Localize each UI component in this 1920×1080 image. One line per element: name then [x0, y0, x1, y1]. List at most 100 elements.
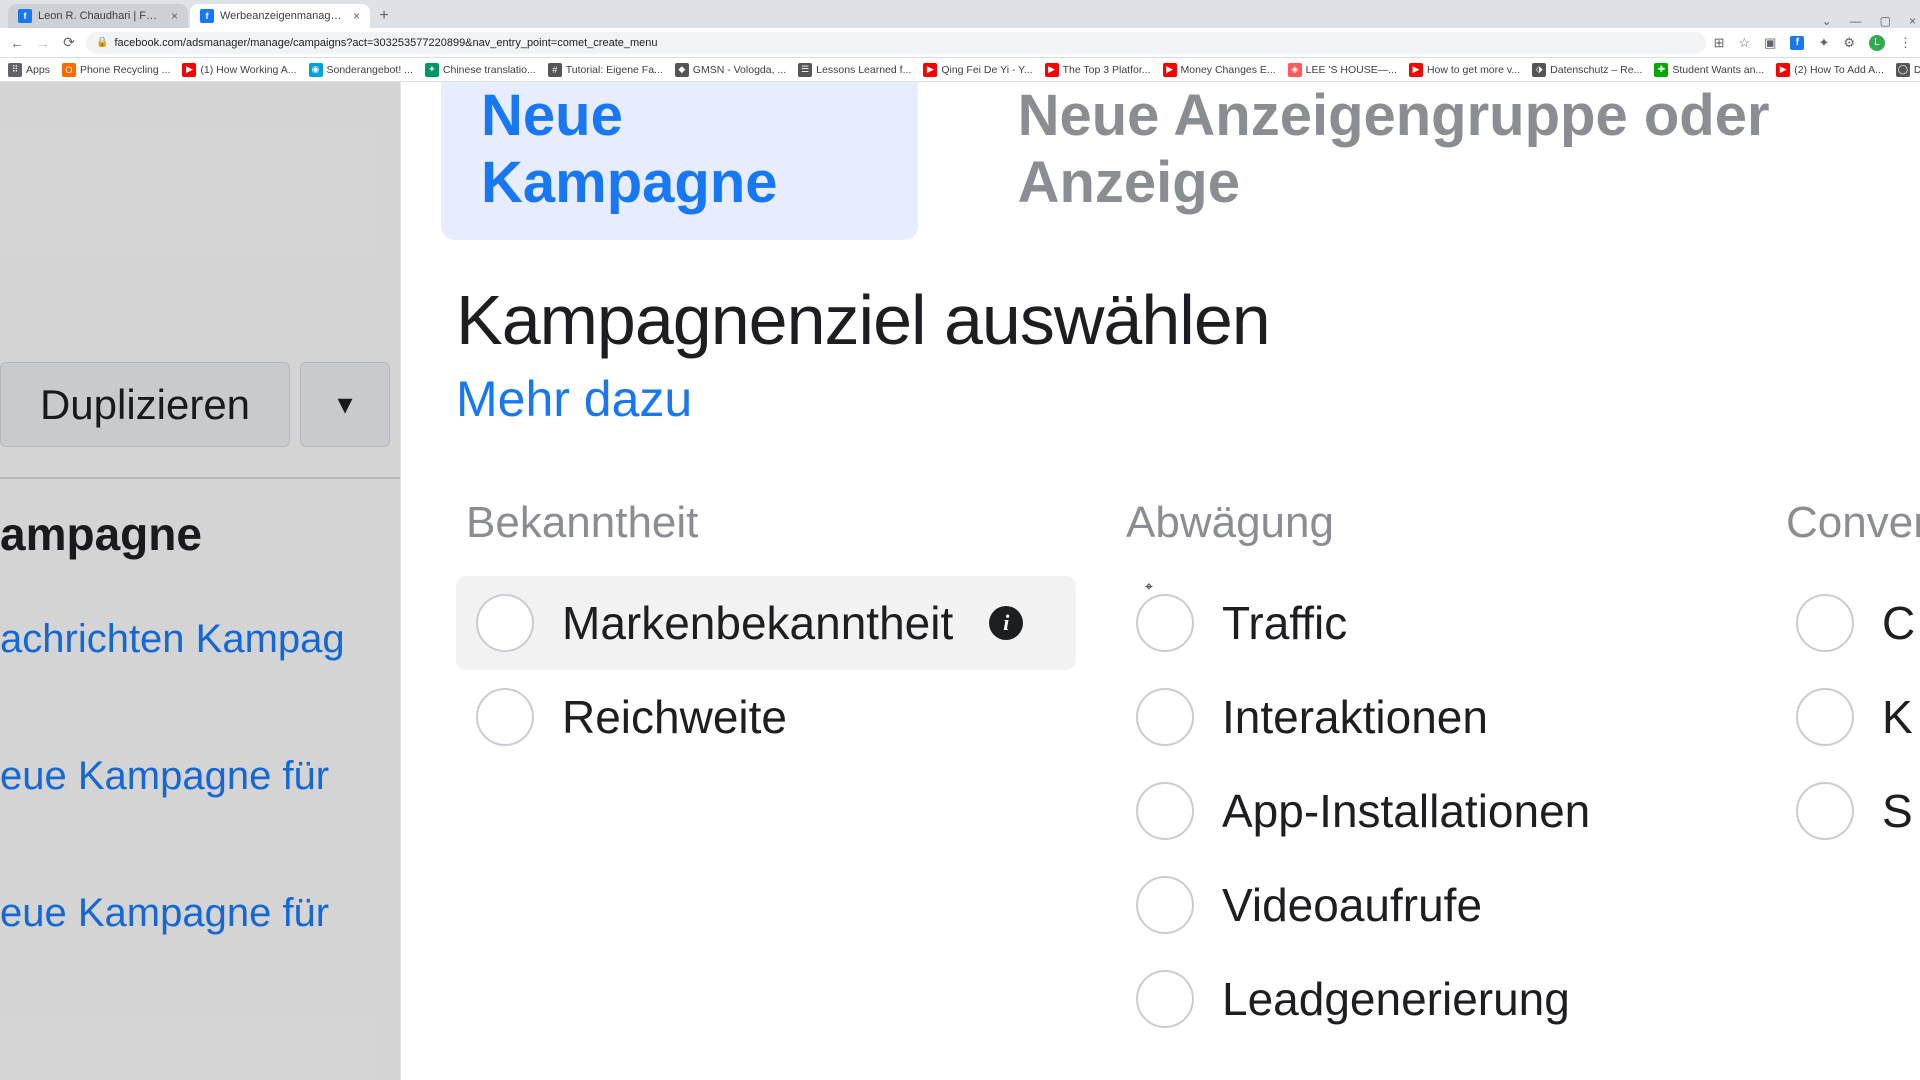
objective-label: C [1882, 596, 1915, 650]
url-text: facebook.com/adsmanager/manage/campaigns… [114, 37, 657, 49]
settings-icon[interactable]: ⚙ [1843, 35, 1855, 51]
bookmark-item[interactable]: ☰Lessons Learned f... [798, 63, 911, 77]
objective-lead-generation[interactable]: Leadgenerierung [1116, 952, 1736, 1046]
objective-conversion-3[interactable]: S [1776, 764, 1920, 858]
tab-title: Werbeanzeigenmanager – We… [220, 10, 345, 22]
maximize-icon[interactable]: ▢ [1880, 14, 1891, 28]
campaign-row-link[interactable]: eue Kampagne für [0, 865, 400, 962]
minimize-icon[interactable]: — [1850, 14, 1862, 28]
bookmark-item[interactable]: ▶Money Changes E... [1163, 63, 1276, 77]
campaign-row-link[interactable]: eue Kampagne für [0, 728, 400, 825]
radio-button[interactable] [476, 688, 534, 746]
modal-heading: Kampagnenziel auswählen [456, 280, 1920, 360]
radio-button[interactable] [1796, 782, 1854, 840]
bookmark-item[interactable]: ✦Chinese translatio... [425, 63, 536, 77]
bookmark-item[interactable]: ◯Download - Cooki... [1896, 63, 1920, 77]
objective-label: Leadgenerierung [1222, 972, 1570, 1026]
chevron-down-icon[interactable]: ⌄ [1822, 14, 1832, 28]
objective-reach[interactable]: Reichweite [456, 670, 1076, 764]
bookmark-item[interactable]: ▶How to get more v... [1409, 63, 1520, 77]
bookmark-star-icon[interactable]: ☆ [1738, 35, 1750, 51]
radio-button[interactable] [476, 594, 534, 652]
radio-button[interactable] [1136, 782, 1194, 840]
divider [0, 477, 400, 479]
forward-button[interactable]: → [34, 34, 52, 52]
radio-button[interactable] [1796, 594, 1854, 652]
duplicate-dropdown[interactable]: ▾ [300, 362, 390, 447]
column-awareness: Bekanntheit Markenbekanntheit i Reichwei… [456, 498, 1076, 1046]
objective-label: S [1882, 784, 1913, 838]
extensions-icon[interactable]: ✦ [1818, 35, 1829, 51]
close-icon[interactable]: × [353, 9, 360, 23]
bookmark-item[interactable]: ⬗Datenschutz – Re... [1532, 63, 1642, 77]
campaign-row-link[interactable]: achrichten Kampag [0, 591, 400, 688]
objective-engagement[interactable]: Interaktionen [1116, 670, 1736, 764]
column-title: Bekanntheit [456, 498, 1076, 548]
campaign-sidebar: Duplizieren ▾ ampagne achrichten Kampag … [0, 82, 400, 1080]
browser-tab[interactable]: f Werbeanzeigenmanager – We… × [190, 4, 370, 28]
tab-new-campaign[interactable]: Neue Kampagne [441, 82, 918, 240]
facebook-icon: f [18, 9, 32, 23]
back-button[interactable]: ← [8, 34, 26, 52]
radio-button[interactable] [1136, 594, 1194, 652]
duplicate-button[interactable]: Duplizieren [0, 362, 290, 447]
bookmark-item[interactable]: ◆GMSN - Vologda, ... [675, 63, 786, 77]
menu-icon[interactable]: ⋮ [1899, 35, 1912, 51]
objective-conversion-1[interactable]: C [1776, 576, 1920, 670]
bookmark-item[interactable]: OPhone Recycling ... [62, 63, 170, 77]
objective-conversion-2[interactable]: K [1776, 670, 1920, 764]
toolbar-actions: ⊞ ☆ ▣ f ✦ ⚙ L ⋮ [1714, 35, 1912, 51]
qr-icon[interactable]: ⊞ [1714, 35, 1725, 51]
bookmark-item[interactable]: ✚Student Wants an... [1654, 63, 1764, 77]
objective-brand-awareness[interactable]: Markenbekanntheit i [456, 576, 1076, 670]
objective-traffic[interactable]: Traffic [1116, 576, 1736, 670]
create-campaign-modal: Neue Kampagne Neue Anzeigengruppe oder A… [400, 82, 1920, 1080]
apps-shortcut[interactable]: ⠿Apps [8, 63, 50, 77]
modal-tabs: Neue Kampagne Neue Anzeigengruppe oder A… [401, 82, 1920, 240]
bookmark-item[interactable]: ▶Qing Fei De Yi - Y... [923, 63, 1032, 77]
new-tab-button[interactable]: + [372, 4, 396, 28]
objective-video-views[interactable]: Videoaufrufe [1116, 858, 1736, 952]
objective-label: Traffic [1222, 596, 1347, 650]
lock-icon: 🔒 [96, 37, 108, 48]
tab-new-adset[interactable]: Neue Anzeigengruppe oder Anzeige [978, 82, 1920, 240]
profile-avatar[interactable]: L [1869, 35, 1885, 51]
objective-label: App-Installationen [1222, 784, 1590, 838]
column-header-campaign: ampagne [0, 497, 400, 591]
url-input[interactable]: 🔒 facebook.com/adsmanager/manage/campaig… [86, 32, 1706, 54]
bookmark-item[interactable]: ◉Sonderangebot! ... [309, 63, 413, 77]
bookmark-item[interactable]: ▶(1) How Working A... [182, 63, 296, 77]
close-icon[interactable]: × [171, 9, 178, 23]
browser-tab[interactable]: f Leon R. Chaudhari | Facebook × [8, 4, 188, 28]
address-bar-row: ← → ⟳ 🔒 facebook.com/adsmanager/manage/c… [0, 28, 1920, 58]
window-controls: ⌄ — ▢ × [1822, 14, 1920, 28]
bookmark-item[interactable]: #Tutorial: Eigene Fa... [548, 63, 663, 77]
learn-more-link[interactable]: Mehr dazu [456, 370, 1920, 428]
objective-label: Markenbekanntheit [562, 596, 953, 650]
facebook-icon: f [200, 9, 214, 23]
bookmark-item[interactable]: ▶(2) How To Add A... [1776, 63, 1884, 77]
bookmark-item[interactable]: ▶The Top 3 Platfor... [1045, 63, 1151, 77]
column-conversion: Conversio C K S [1776, 498, 1920, 1046]
objective-label: Videoaufrufe [1222, 878, 1482, 932]
browser-chrome: f Leon R. Chaudhari | Facebook × f Werbe… [0, 0, 1920, 82]
page-content: Duplizieren ▾ ampagne achrichten Kampag … [0, 82, 1920, 1080]
objective-columns: Bekanntheit Markenbekanntheit i Reichwei… [456, 498, 1920, 1046]
cast-icon[interactable]: ▣ [1764, 35, 1776, 51]
bookmark-item[interactable]: ◈LEE 'S HOUSE—... [1288, 63, 1397, 77]
info-icon[interactable]: i [989, 606, 1023, 640]
objective-label: K [1882, 690, 1913, 744]
close-window-icon[interactable]: × [1909, 14, 1916, 28]
reload-button[interactable]: ⟳ [60, 34, 78, 52]
objective-label: Reichweite [562, 690, 787, 744]
column-consideration: Abwägung Traffic Interaktionen App-Insta… [1116, 498, 1736, 1046]
column-title: Conversio [1776, 498, 1920, 548]
radio-button[interactable] [1796, 688, 1854, 746]
tab-title: Leon R. Chaudhari | Facebook [38, 10, 163, 22]
objective-app-installs[interactable]: App-Installationen [1116, 764, 1736, 858]
radio-button[interactable] [1136, 970, 1194, 1028]
facebook-extension-icon[interactable]: f [1790, 36, 1804, 50]
radio-button[interactable] [1136, 688, 1194, 746]
radio-button[interactable] [1136, 876, 1194, 934]
objective-label: Interaktionen [1222, 690, 1488, 744]
